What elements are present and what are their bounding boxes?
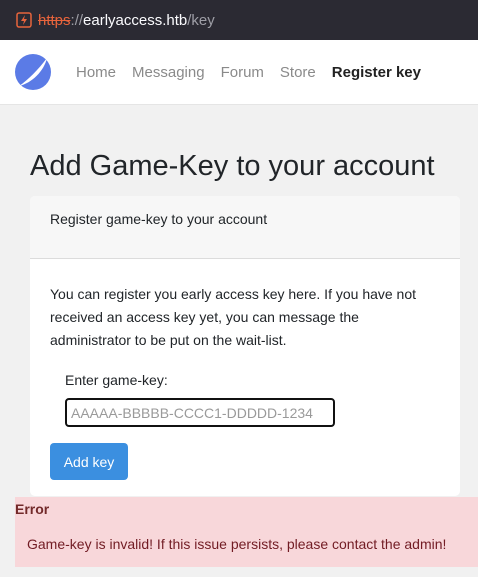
game-key-label: Enter game-key:	[65, 372, 168, 388]
nav-forum[interactable]: Forum	[221, 64, 264, 81]
browser-url-bar[interactable]: https://earlyaccess.htb/key	[0, 0, 478, 40]
error-title: Error	[15, 501, 50, 517]
url-path: /key	[187, 11, 215, 29]
card-description: You can register you early access key he…	[50, 286, 417, 348]
url-host: earlyaccess.htb	[83, 11, 188, 29]
card-header: Register game-key to your account	[30, 196, 460, 259]
url-text[interactable]: https://earlyaccess.htb/key	[38, 12, 215, 29]
url-separator: ://	[70, 11, 84, 29]
game-key-input[interactable]	[65, 398, 335, 427]
url-protocol: https	[38, 11, 71, 29]
add-key-button[interactable]: Add key	[50, 443, 128, 480]
error-message: Game-key is invalid! If this issue persi…	[27, 536, 447, 552]
nav-messaging[interactable]: Messaging	[132, 64, 205, 81]
nav-home[interactable]: Home	[76, 64, 116, 81]
register-key-card: Register game-key to your account You ca…	[30, 196, 460, 496]
nav-register-key[interactable]: Register key	[332, 64, 421, 81]
card-body: You can register you early access key he…	[30, 259, 460, 496]
error-alert: Error Game-key is invalid! If this issue…	[15, 497, 478, 567]
insecure-lock-icon[interactable]	[16, 12, 32, 28]
site-navbar: Home Messaging Forum Store Register key	[0, 40, 478, 105]
page-title: Add Game-Key to your account	[30, 150, 435, 182]
nav-store[interactable]: Store	[280, 64, 316, 81]
site-logo-icon[interactable]	[14, 53, 52, 91]
